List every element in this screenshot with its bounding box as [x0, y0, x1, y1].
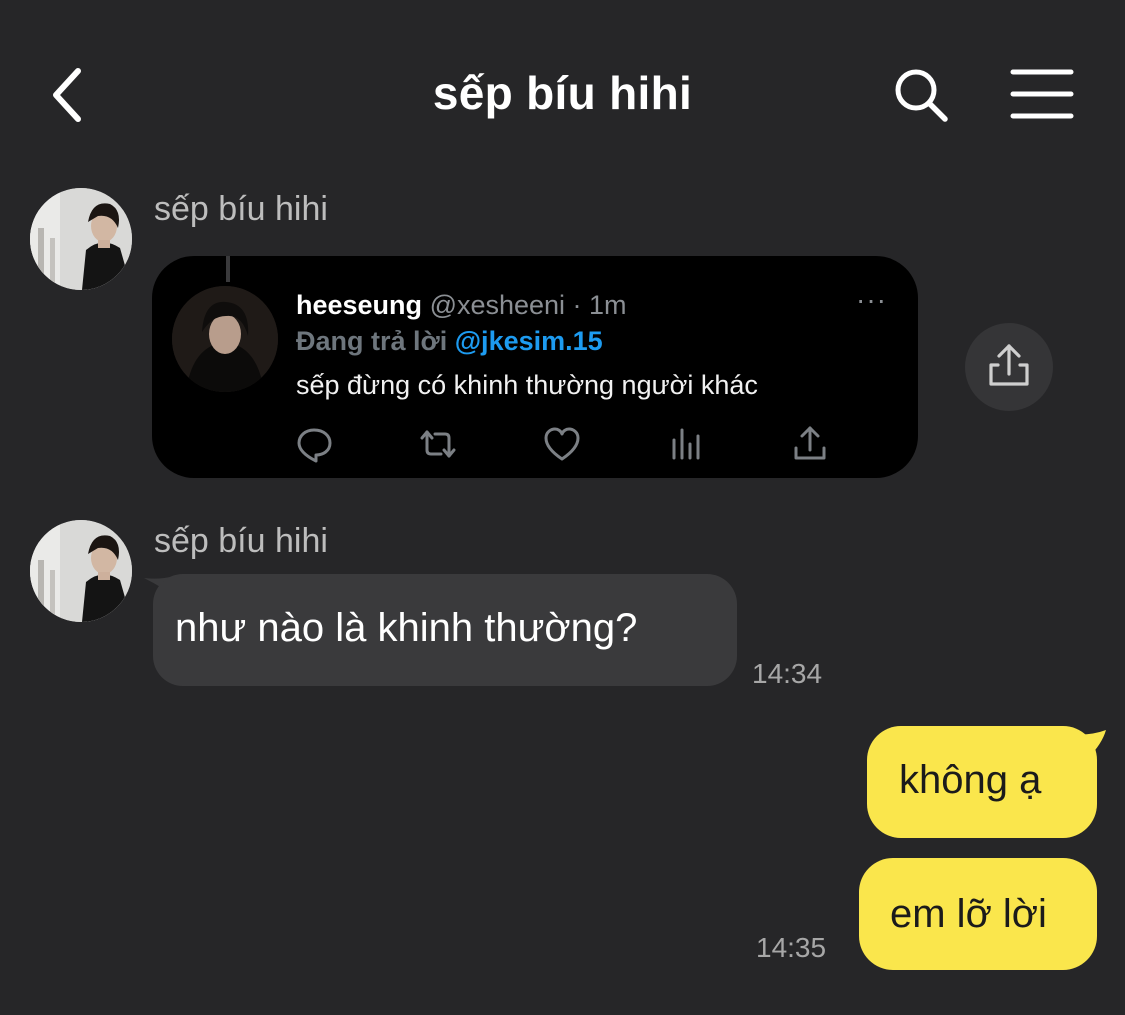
chat-title: sếp bíu hihi — [432, 67, 693, 119]
message-text: như nào là khinh thường? — [175, 606, 638, 650]
message-bubble[interactable]: không ạ — [867, 726, 1097, 838]
analytics-icon[interactable] — [666, 424, 706, 464]
like-icon[interactable] — [542, 424, 582, 464]
sender-name: sếp bíu hihi — [154, 522, 328, 560]
message-text: không ạ — [899, 758, 1042, 802]
share-icon[interactable] — [965, 323, 1053, 411]
timestamp: 14:35 — [756, 932, 827, 963]
retweet-icon[interactable] — [418, 424, 458, 464]
tweet-handle: @xesheeni · 1m — [429, 290, 627, 320]
search-icon[interactable] — [892, 66, 950, 124]
tweet-avatar[interactable] — [172, 286, 278, 392]
reply-icon[interactable] — [294, 424, 334, 464]
reply-label: Đang trả lời — [296, 326, 448, 356]
menu-icon[interactable] — [1010, 68, 1074, 120]
timestamp: 14:34 — [752, 658, 823, 689]
reply-mention-link[interactable]: @jkesim.15 — [455, 326, 603, 356]
avatar[interactable] — [30, 520, 132, 622]
avatar[interactable] — [30, 188, 132, 290]
message-bubble[interactable]: em lỡ lời — [859, 858, 1097, 970]
message-bubble[interactable]: như nào là khinh thường? — [153, 574, 737, 686]
sender-name: sếp bíu hihi — [154, 190, 328, 228]
tweet-text: sếp đừng có khinh thường người khác — [296, 370, 758, 400]
thread-line — [226, 256, 230, 282]
tweet-author-name: heeseung — [296, 290, 423, 320]
shared-tweet-card[interactable]: heeseung @xesheeni · 1m ··· Đang trả lời… — [152, 256, 918, 478]
tweet-share-icon[interactable] — [790, 424, 830, 464]
message-text: em lỡ lời — [890, 892, 1047, 936]
more-icon[interactable]: ··· — [856, 284, 887, 316]
